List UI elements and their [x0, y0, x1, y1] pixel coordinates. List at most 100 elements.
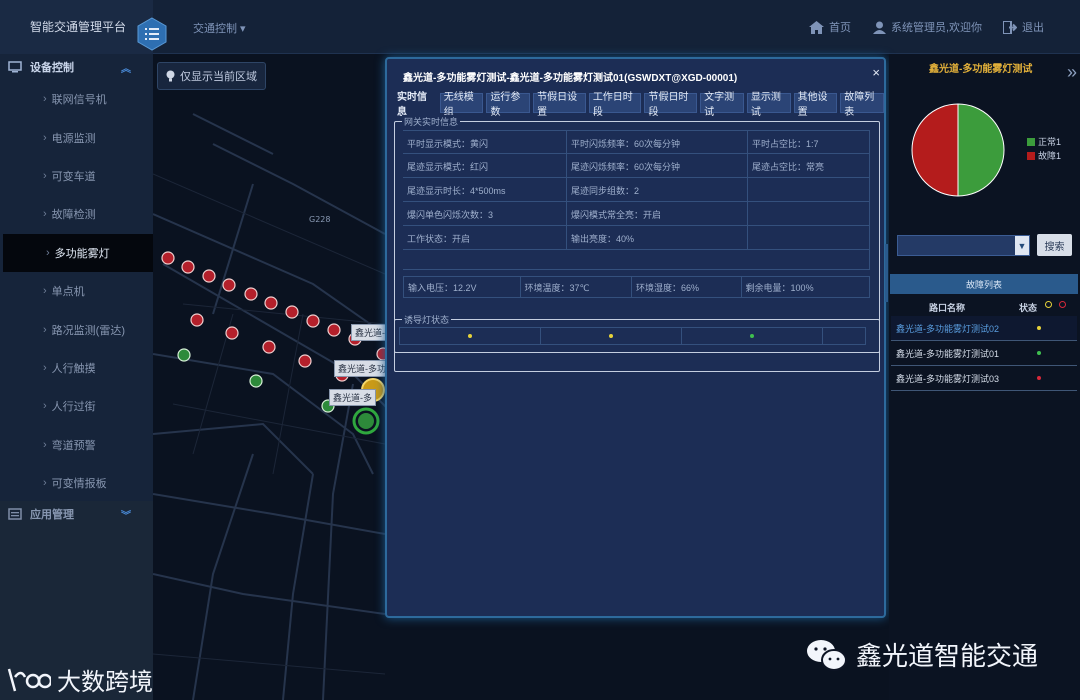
- ambient-temperature: 环境温度：37℃: [521, 277, 633, 297]
- home-icon: [809, 20, 824, 34]
- road-label: G228: [309, 215, 330, 224]
- table-cell: 尾迹显示时长：4*500ms: [403, 178, 567, 202]
- tab-realtime-info[interactable]: 实时信息: [393, 92, 437, 118]
- col-status: 状态: [1019, 303, 1038, 313]
- nav-traffic-control[interactable]: 交通控制 ▾: [193, 20, 246, 36]
- home-link[interactable]: 首页: [809, 19, 851, 35]
- menu-toggle-icon[interactable]: [137, 17, 167, 51]
- sidebar-item-fault-detection[interactable]: › 故障检测: [0, 195, 153, 233]
- guide-light-cell: [400, 328, 541, 344]
- tab-display-test[interactable]: 显示测试: [746, 92, 791, 118]
- legend-swatch: [1027, 137, 1035, 146]
- table-row: 尾迹显示时长：4*500ms 尾迹同步组数：2: [403, 178, 870, 202]
- input-voltage: 输入电压：12.2V: [404, 277, 521, 297]
- user-icon: [873, 21, 886, 34]
- sidebar-item-curve-warning[interactable]: › 弯道预警: [0, 426, 153, 464]
- close-icon[interactable]: ×: [872, 65, 880, 80]
- section-legend: 网关实时信息: [402, 115, 461, 128]
- guide-light-status-section: 诱导灯状态: [394, 313, 880, 353]
- table-row: 工作状态：开启 输出亮度：40%: [403, 226, 870, 250]
- table-cell: 尾迹闪烁频率：60次每分钟: [567, 154, 748, 178]
- pie-slice-normal: [957, 103, 1005, 197]
- guide-light-row: [399, 327, 866, 345]
- table-cell: [748, 226, 870, 250]
- table-cell: [403, 250, 870, 270]
- show-current-area-button[interactable]: 仅显示当前区域: [157, 62, 266, 90]
- logout-icon: [1003, 20, 1017, 34]
- expand-icon[interactable]: »: [1067, 62, 1077, 83]
- ambient-humidity: 环境湿度：66%: [632, 277, 742, 297]
- user-link[interactable]: 系统管理员,欢迎你: [873, 19, 982, 35]
- list-item[interactable]: 鑫光道-多功能雾灯测试03: [891, 366, 1077, 391]
- right-panel: 鑫光道-多功能雾灯测试 » 正常1 故障1 ▼ 搜索 故障列表 路口名称 状态 …: [885, 54, 1080, 700]
- sidebar-item-power-monitor[interactable]: › 电源监测: [0, 118, 153, 156]
- section-legend: 诱导灯状态: [402, 313, 452, 326]
- road-select[interactable]: ▼: [897, 235, 1030, 256]
- sidebar-group-app-management[interactable]: 应用管理 ︾: [0, 501, 153, 527]
- sidebar-group-device-control[interactable]: 设备控制 ︽: [0, 54, 153, 80]
- status-dot: [750, 334, 754, 338]
- guide-light-cell: [682, 328, 823, 344]
- bulb-icon: [166, 70, 175, 82]
- tab-run-params[interactable]: 运行参数: [486, 92, 531, 118]
- sidebar-item-pedestrian-crossing[interactable]: › 人行过街: [0, 387, 153, 425]
- table-cell: 输出亮度：40%: [567, 226, 748, 250]
- logo-area: 智能交通管理平台: [0, 0, 153, 54]
- top-bar: 智能交通管理平台 交通控制 ▾ 首页 系统管理员,欢迎你 退出: [0, 0, 1080, 54]
- table-row: [403, 250, 870, 270]
- status-legend-icon: [1059, 301, 1066, 308]
- tab-other-settings[interactable]: 其他设置: [793, 92, 838, 118]
- status-row: 输入电压：12.2V 环境温度：37℃ 环境湿度：66% 剩余电量：100%: [403, 276, 870, 298]
- guide-light-cell: [823, 328, 865, 344]
- tab-workday-periods[interactable]: 工作日时段: [588, 92, 642, 118]
- status-dot: [1037, 326, 1041, 330]
- tab-holiday-periods[interactable]: 节假日时段: [644, 92, 698, 118]
- legend-normal: 正常1: [1027, 135, 1061, 148]
- tab-holiday-settings[interactable]: 节假日设置: [533, 92, 586, 118]
- status-dot: [1037, 376, 1041, 380]
- table-cell: 平时占空比：1:7: [748, 131, 870, 155]
- map-marker-label[interactable]: 鑫光道-: [351, 324, 389, 341]
- watermark-left: 大数跨境: [7, 662, 153, 697]
- table-cell: 平时显示模式：黄闪: [403, 131, 567, 155]
- sidebar-item-info-board[interactable]: › 可变情报板: [0, 464, 153, 502]
- table-cell: 爆闪单色闪烁次数：3: [403, 202, 567, 226]
- status-dot: [468, 334, 472, 338]
- table-cell: 尾迹占空比：常亮: [748, 154, 870, 178]
- panel-title: 鑫光道-多功能雾灯测试: [929, 64, 1033, 75]
- sidebar-item-fog-light[interactable]: › 多功能雾灯: [3, 233, 153, 272]
- legend-fault: 故障1: [1027, 149, 1061, 162]
- sidebar-item-variable-lane[interactable]: › 可变车道: [0, 157, 153, 195]
- guide-light-cell: [541, 328, 682, 344]
- search-button[interactable]: 搜索: [1037, 234, 1072, 256]
- wechat-icon: [807, 639, 847, 671]
- map-marker-label[interactable]: 鑫光道-多: [329, 389, 376, 406]
- table-row: 平时显示模式：黄闪 平时闪烁频率：60次每分钟 平时占空比：1:7: [403, 130, 870, 155]
- list-item[interactable]: 鑫光道-多功能雾灯测试01: [891, 341, 1077, 366]
- status-legend-icon: [1045, 301, 1052, 308]
- chevron-up-icon: ︽: [121, 64, 131, 75]
- sidebar-item-pedestrian-touch[interactable]: › 人行触摸: [0, 349, 153, 387]
- sidebar-item-radar[interactable]: › 路况监测(雷达): [0, 310, 153, 348]
- map-marker-label[interactable]: 鑫光道-多功: [334, 360, 390, 377]
- battery-level: 剩余电量：100%: [745, 282, 814, 293]
- table-row: 尾迹显示模式：红闪 尾迹闪烁频率：60次每分钟 尾迹占空比：常亮: [403, 154, 870, 178]
- apps-icon: [8, 508, 22, 520]
- app-title: 智能交通管理平台: [30, 20, 127, 34]
- sidebar-item-networked-signal[interactable]: › 联网信号机: [0, 80, 153, 118]
- table-cell: 工作状态：开启: [403, 226, 567, 250]
- tab-wireless-module[interactable]: 无线模组: [439, 92, 484, 118]
- list-item[interactable]: 鑫光道-多功能雾灯测试02: [891, 316, 1077, 341]
- tab-text-test[interactable]: 文字测试: [700, 92, 744, 118]
- tab-fault-list[interactable]: 故障列表: [840, 92, 884, 118]
- table-cell: 尾迹同步组数：2: [567, 178, 748, 202]
- logout-link[interactable]: 退出: [1003, 19, 1044, 35]
- panel-scrollbar[interactable]: [885, 244, 888, 302]
- status-pie-chart: [911, 103, 1005, 197]
- status-dot: [1037, 351, 1041, 355]
- sidebar-item-single-point[interactable]: › 单点机: [0, 272, 153, 310]
- fault-list-header[interactable]: 故障列表: [890, 274, 1078, 294]
- chevron-down-icon: ︾: [121, 511, 131, 522]
- pie-slice-fault: [911, 103, 959, 197]
- table-row: 爆闪单色闪烁次数：3 爆闪模式常全亮：开启: [403, 202, 870, 226]
